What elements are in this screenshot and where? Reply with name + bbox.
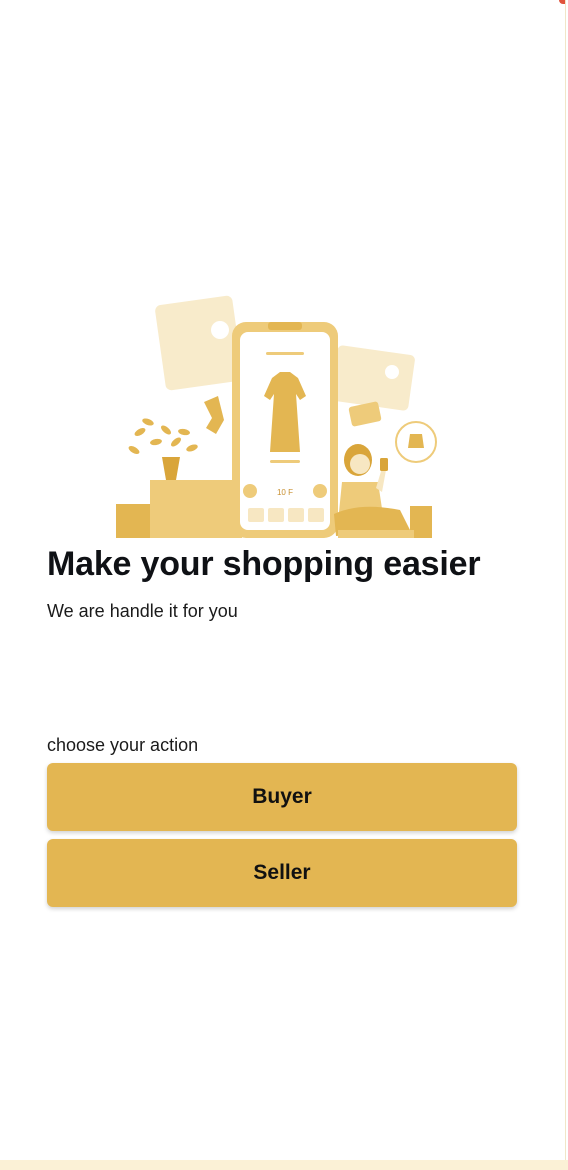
- sock-shape: [204, 396, 224, 434]
- corner-indicator: [559, 0, 565, 4]
- shopping-illustration: 10 F: [116, 295, 437, 538]
- payment-card-shape: [331, 345, 415, 411]
- box-shape-large: [150, 480, 242, 538]
- photo-card-dot: [211, 321, 229, 339]
- seller-button[interactable]: Seller: [47, 839, 517, 907]
- buyer-button[interactable]: Buyer: [47, 763, 517, 831]
- choose-action-label: choose your action: [47, 735, 199, 755]
- shopping-bag-icon: [408, 434, 424, 448]
- payment-card-dot: [385, 365, 399, 379]
- page-subtitle: We are handle it for you: [47, 601, 238, 621]
- bottom-strip: [0, 1160, 568, 1170]
- wallet-shape: [348, 401, 382, 427]
- photo-card-shape: [155, 295, 243, 391]
- onboarding-screen: 10 F Make your shopping easier We are ha…: [0, 0, 566, 1160]
- plant-leaves-shape: [128, 418, 198, 454]
- phone-price-text: 10 F: [277, 488, 293, 497]
- page-title: Make your shopping easier: [47, 545, 481, 583]
- plant-pot-shape: [162, 457, 180, 480]
- phone-notch-shape: [268, 322, 302, 330]
- woman-face-shape: [350, 454, 370, 474]
- hand-phone-shape: [380, 458, 388, 471]
